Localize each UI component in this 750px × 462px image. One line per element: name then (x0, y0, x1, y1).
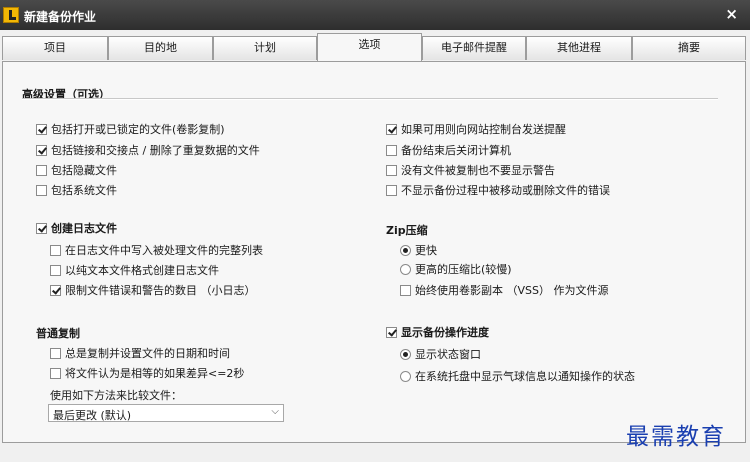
radio-label: 更高的压缩比(较慢) (415, 263, 512, 276)
radio-button[interactable] (400, 349, 411, 360)
checkbox-box[interactable] (386, 165, 397, 176)
checkbox-label: 没有文件被复制也不要显示警告 (401, 164, 555, 177)
checkbox-box[interactable] (386, 185, 397, 196)
zip-compression-heading: Zip压缩 (386, 224, 428, 237)
checkbox-label: 不显示备份过程中被移动或删除文件的错误 (401, 184, 610, 197)
title-bar: 新建备份作业 × (0, 0, 750, 30)
checkbox-box[interactable] (386, 327, 397, 338)
checkbox-box[interactable] (50, 285, 61, 296)
chevron-down-icon[interactable]: ⌵ (271, 406, 279, 417)
checkbox-box[interactable] (36, 145, 47, 156)
radio-button[interactable] (400, 264, 411, 275)
tab-other-processes[interactable]: 其他进程 (526, 36, 632, 60)
app-logo-icon (3, 7, 19, 23)
tab-items[interactable]: 项目 (2, 36, 108, 60)
checkbox-label: 包括隐藏文件 (51, 164, 117, 177)
checkbox-box[interactable] (50, 265, 61, 276)
tab-destination[interactable]: 目的地 (108, 36, 213, 60)
checkbox-label: 将文件认为是相等的如果差异<=2秒 (65, 367, 245, 380)
radio-button[interactable] (400, 245, 411, 256)
watermark-text: 最需教育 (626, 424, 726, 450)
window-title: 新建备份作业 (24, 10, 97, 24)
checkbox-label: 包括打开或已锁定的文件(卷影复制) (51, 123, 225, 136)
checkbox-label: 在日志文件中写入被处理文件的完整列表 (65, 244, 263, 257)
compare-method-label: 使用如下方法来比较文件： (50, 389, 182, 402)
section-divider (22, 98, 718, 100)
checkbox-label: 备份结束后关闭计算机 (401, 144, 511, 157)
checkbox-label: 以纯文本文件格式创建日志文件 (65, 264, 219, 277)
compare-method-select[interactable]: 最后更改 (默认) ⌵ (48, 404, 284, 422)
compare-method-value: 最后更改 (默认) (53, 409, 132, 422)
tab-schedule[interactable]: 计划 (213, 36, 317, 60)
checkbox-label: 总是复制并设置文件的日期和时间 (65, 347, 230, 360)
checkbox-box[interactable] (36, 124, 47, 135)
checkbox-box[interactable] (50, 245, 61, 256)
checkbox-label: 限制文件错误和警告的数目 （小日志） (65, 284, 256, 297)
normal-copy-heading: 普通复制 (36, 327, 80, 340)
checkbox-box[interactable] (36, 185, 47, 196)
checkbox-label: 包括系统文件 (51, 184, 117, 197)
checkbox-label: 创建日志文件 (51, 222, 117, 235)
checkbox-label: 包括链接和交接点 / 删除了重复数据的文件 (51, 144, 260, 157)
radio-button[interactable] (400, 371, 411, 382)
checkbox-box[interactable] (36, 223, 47, 234)
close-icon[interactable]: × (725, 5, 738, 23)
checkbox-label: 显示备份操作进度 (401, 326, 489, 339)
checkbox-box[interactable] (386, 124, 397, 135)
checkbox-box[interactable] (36, 165, 47, 176)
backup-job-window: 新建备份作业 × 项目 目的地 计划 选项 电子邮件提醒 其他进程 摘要 高级设… (0, 0, 750, 462)
checkbox-label: 如果可用则向网站控制台发送提醒 (401, 123, 566, 136)
tab-options[interactable]: 选项 (317, 33, 422, 61)
checkbox-label: 始终使用卷影副本 （VSS） 作为文件源 (415, 284, 609, 297)
tab-summary[interactable]: 摘要 (632, 36, 746, 60)
tab-email-alerts[interactable]: 电子邮件提醒 (422, 36, 526, 60)
radio-label: 显示状态窗口 (415, 348, 481, 361)
checkbox-box[interactable] (386, 145, 397, 156)
checkbox-box[interactable] (50, 348, 61, 359)
radio-label: 在系统托盘中显示气球信息以通知操作的状态 (415, 370, 635, 383)
radio-label: 更快 (415, 244, 437, 257)
checkbox-box[interactable] (400, 285, 411, 296)
tab-bar: 项目 目的地 计划 选项 电子邮件提醒 其他进程 摘要 (2, 33, 746, 62)
checkbox-box[interactable] (50, 368, 61, 379)
